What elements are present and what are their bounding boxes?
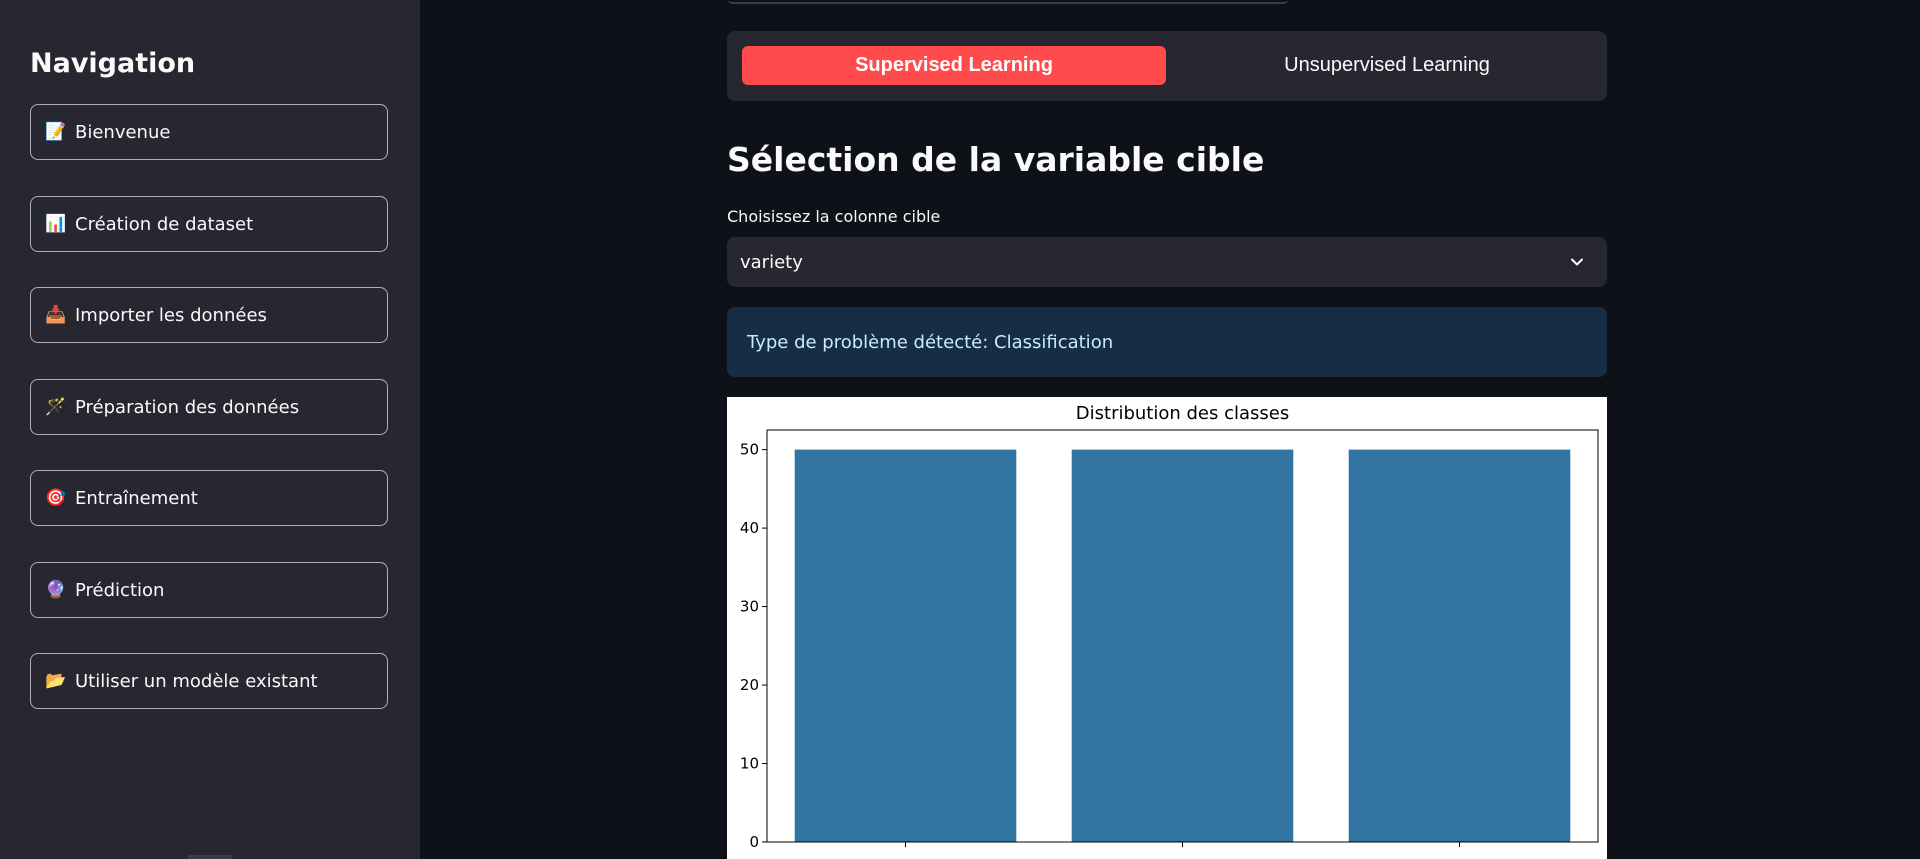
y-tick-label: 20 (740, 676, 759, 694)
sidebar-item-label: Préparation des données (75, 396, 300, 418)
learning-type-tabs: Supervised Learning Unsupervised Learnin… (727, 31, 1607, 101)
magic-wand-icon: 🪄 (45, 397, 67, 417)
y-tick-label: 50 (740, 441, 759, 459)
chevron-down-icon (1571, 258, 1583, 266)
sidebar-item-3[interactable]: 📥 Importer les données (30, 287, 388, 343)
chart-bar (794, 449, 1017, 842)
chart-title: Distribution des classes (1076, 403, 1289, 424)
sidebar-item-label: Création de dataset (75, 213, 254, 235)
page-heading: Sélection de la variable cible (727, 140, 1265, 179)
problem-type-info: Type de problème détecté: Classification (727, 307, 1607, 377)
tab-unsupervised-learning[interactable]: Unsupervised Learning (1175, 46, 1599, 85)
problem-type-text: Type de problème détecté: Classification (747, 331, 1114, 353)
target-column-label: Choisissez la colonne cible (727, 207, 941, 226)
inbox-tray-icon: 📥 (45, 305, 67, 325)
class-distribution-chart: Distribution des classes 0 10 20 30 40 50 (727, 397, 1607, 859)
y-tick-label: 0 (749, 833, 759, 851)
memo-icon: 📝 (45, 122, 67, 142)
y-tick-label: 40 (740, 519, 759, 537)
sidebar-item-label: Entraînement (75, 487, 198, 509)
target-column-select[interactable]: variety (727, 237, 1607, 287)
sidebar-item-6[interactable]: 🔮 Prédiction (30, 562, 388, 618)
chart-bar (1071, 449, 1294, 842)
y-tick-label: 30 (740, 598, 759, 616)
sidebar: Navigation 📝 Bienvenue 📊 Création de datase… (0, 0, 420, 859)
sidebar-item-4[interactable]: 🪄 Préparation des données (30, 379, 388, 435)
sidebar-item-5[interactable]: 🎯 Entraînement (30, 470, 388, 526)
sidebar-item-1[interactable]: 📝 Bienvenue (30, 104, 388, 160)
chart-bar (1348, 449, 1571, 842)
sidebar-title: Navigation (30, 48, 196, 79)
sidebar-item-label: Prédiction (75, 579, 165, 601)
sidebar-item-7[interactable]: 📂 Utiliser un modèle existant (30, 653, 388, 709)
sidebar-item-label: Bienvenue (75, 121, 171, 143)
target-column-value: variety (740, 251, 803, 273)
top-partial-element (728, 0, 1288, 4)
sidebar-item-2[interactable]: 📊 Création de dataset (30, 196, 388, 252)
scrollbar-stub (188, 855, 232, 859)
crystal-ball-icon: 🔮 (45, 580, 67, 600)
target-icon: 🎯 (45, 488, 67, 508)
sidebar-item-label: Importer les données (75, 304, 267, 326)
tab-supervised-learning[interactable]: Supervised Learning (742, 46, 1166, 85)
folder-icon: 📂 (45, 671, 67, 691)
sidebar-item-label: Utiliser un modèle existant (75, 670, 318, 692)
bar-chart-icon: 📊 (45, 214, 67, 234)
y-tick-label: 10 (740, 755, 759, 773)
chart-svg: Distribution des classes 0 10 20 30 40 50 (740, 403, 1599, 851)
